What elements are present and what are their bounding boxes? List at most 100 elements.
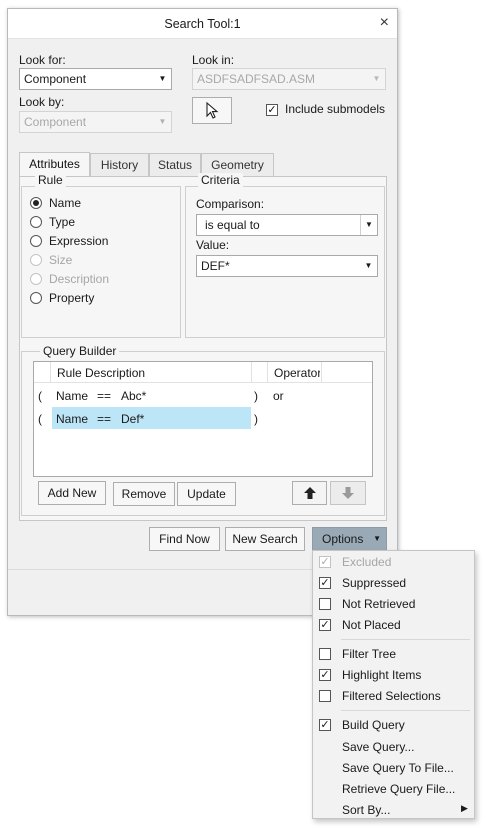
chevron-down-icon: ▼ [373,534,381,543]
column-rule-description[interactable]: Rule Description [57,366,145,380]
rule-type-radio[interactable] [30,216,42,228]
move-down-button[interactable] [330,481,366,505]
close-icon[interactable]: × [380,14,389,32]
rule-name-label: Name [49,196,82,210]
rule-group-title: Rule [35,173,66,187]
not-retrieved-checkbox[interactable] [319,598,331,610]
rule-description-label: Description [49,272,110,286]
highlight-items-checkbox[interactable]: ✓ [319,669,331,681]
filter-tree-checkbox[interactable] [319,648,331,660]
excluded-checkbox: ✓ [319,556,331,568]
build-query-checkbox[interactable]: ✓ [319,719,331,731]
not-placed-checkbox[interactable]: ✓ [319,619,331,631]
rule-expression-radio[interactable] [30,235,42,247]
query-row[interactable]: ( Name == Abc* ) or [34,384,372,406]
row-logic-operator: or [273,389,284,403]
rule-size-label: Size [49,253,73,267]
menu-separator [341,639,470,640]
look-in-select[interactable]: ASDFSADFSAD.ASM ▼ [192,68,386,90]
menu-separator [341,710,470,711]
chevron-down-icon[interactable]: ▼ [154,69,171,89]
rule-expression-label: Expression [49,234,109,248]
menu-item-not-placed[interactable]: Not Placed [342,618,401,632]
value-combobox[interactable]: DEF* ▼ [196,255,378,277]
window-title: Search Tool:1 [164,17,241,31]
menu-item-retrieve-query-file[interactable]: Retrieve Query File... [342,782,455,796]
menu-item-filter-tree[interactable]: Filter Tree [342,647,396,661]
chevron-down-icon: ▼ [158,117,167,126]
rule-description-radio [30,273,42,285]
look-for-value: Component [24,72,87,86]
filtered-selections-checkbox[interactable] [319,690,331,702]
look-by-label: Look by: [19,95,65,109]
menu-item-save-query[interactable]: Save Query... [342,740,414,754]
query-list-header: Rule Description Operator [34,362,372,383]
look-in-value: ASDFSADFSAD.ASM [197,72,316,86]
add-new-button[interactable]: Add New [38,481,106,505]
chevron-down-icon[interactable]: ▼ [360,256,377,276]
title-bar[interactable]: Search Tool:1 × [8,9,397,39]
look-for-label: Look for: [19,53,66,67]
rule-size-radio [30,254,42,266]
cursor-arrow-icon [206,101,219,119]
rule-property-radio[interactable] [30,292,42,304]
arrow-up-icon [303,487,316,499]
pick-from-model-button[interactable] [192,97,232,124]
options-menu: ✓ Excluded ✓ Suppressed Not Retrieved ✓ … [312,550,475,819]
open-paren: ( [38,412,42,426]
rule-operator: == [97,412,112,426]
menu-item-highlight-items[interactable]: Highlight Items [342,668,421,682]
rule-property-label: Property [49,291,95,305]
look-in-label: Look in: [192,53,235,67]
comparison-label: Comparison: [196,197,265,211]
open-paren: ( [38,389,42,403]
look-for-select[interactable]: Component ▼ [19,68,172,90]
close-paren: ) [254,412,258,426]
value-label: Value: [196,238,230,252]
column-operator[interactable]: Operator [274,366,320,380]
look-by-value: Component [24,115,87,129]
rule-operator: == [97,389,112,403]
rule-type-label: Type [49,215,76,229]
menu-item-filtered-selections[interactable]: Filtered Selections [342,689,441,703]
find-now-button[interactable]: Find Now [149,527,220,551]
chevron-down-icon: ▼ [372,74,381,83]
menu-item-save-query-to-file[interactable]: Save Query To File... [342,761,454,775]
column-divider [321,362,322,383]
update-button[interactable]: Update [177,482,236,506]
rule-name-radio[interactable] [30,197,42,209]
menu-item-sort-by[interactable]: Sort By... [342,803,390,817]
rule-value: Def* [121,412,145,426]
query-builder-title: Query Builder [40,344,120,358]
arrow-down-icon [342,487,354,499]
column-divider [267,362,268,383]
menu-item-build-query[interactable]: Build Query [342,718,405,732]
query-row-selected[interactable]: ( Name == Def* ) [34,407,372,429]
look-by-select[interactable]: Component ▼ [19,111,172,133]
rule-value: Abc* [121,389,147,403]
tab-history[interactable]: History [90,153,149,176]
chevron-down-icon[interactable]: ▼ [360,215,377,235]
menu-item-not-retrieved[interactable]: Not Retrieved [342,597,415,611]
options-button[interactable]: Options ▼ [312,527,387,551]
rule-field: Name [56,389,89,403]
move-up-button[interactable] [292,481,327,505]
include-submodels-checkbox[interactable]: ✓ [266,104,278,116]
menu-item-suppressed[interactable]: Suppressed [342,576,406,590]
column-divider [251,362,252,383]
comparison-value: is equal to [205,218,260,232]
remove-button[interactable]: Remove [113,482,175,506]
new-search-button[interactable]: New Search [225,527,305,551]
tab-status[interactable]: Status [149,153,201,176]
criteria-group-title: Criteria [198,173,243,187]
menu-item-excluded: Excluded [342,555,392,569]
column-divider [50,362,51,383]
value-input[interactable]: DEF* [201,259,230,273]
query-list[interactable]: Rule Description Operator ( Name == Abc*… [33,361,373,477]
close-paren: ) [254,389,258,403]
rule-group [21,186,181,338]
comparison-select[interactable]: is equal to ▼ [196,214,378,236]
options-label: Options [322,532,364,546]
rule-field: Name [56,412,89,426]
suppressed-checkbox[interactable]: ✓ [319,577,331,589]
